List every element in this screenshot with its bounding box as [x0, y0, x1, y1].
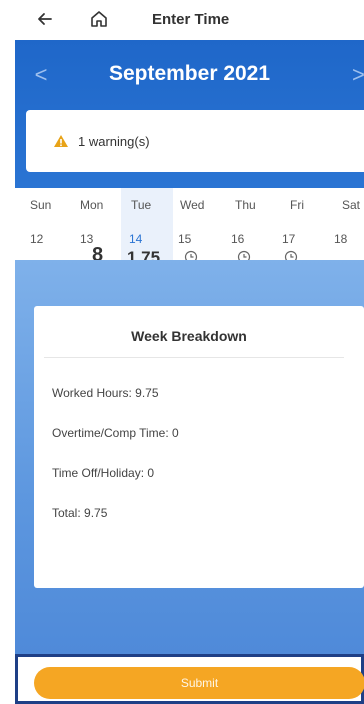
warning-text: 1 warning(s) — [78, 133, 150, 149]
month-navigation: < September 2021 > — [15, 40, 364, 110]
time-off-text: Time Off/Holiday: 0 — [52, 466, 155, 480]
day-name: Sat — [342, 198, 361, 212]
day-name: Tue — [131, 198, 152, 212]
week-strip: Sun 12 Mon 13 8 Tue 14 1.75 Wed 15 Thu 1… — [0, 188, 364, 282]
day-name: Wed — [180, 198, 205, 212]
total-text: Total: 9.75 — [52, 506, 108, 520]
day-tue[interactable]: Tue 14 1.75 — [121, 188, 173, 282]
submit-bar: Submit — [15, 654, 364, 704]
content-area: Week Breakdown Worked Hours: 9.75 Overti… — [15, 260, 364, 654]
submit-button[interactable]: Submit — [34, 667, 364, 699]
month-label: September 2021 — [108, 62, 271, 85]
breakdown-title: Week Breakdown — [131, 328, 247, 344]
home-icon[interactable] — [88, 8, 110, 30]
day-wed[interactable]: Wed 15 — [174, 188, 226, 264]
worked-hours-text: Worked Hours: 9.75 — [52, 386, 159, 400]
warning-icon — [54, 135, 68, 147]
next-month-button[interactable]: > — [352, 60, 364, 90]
day-number: 15 — [178, 232, 192, 246]
day-sat[interactable]: Sat 18 — [326, 188, 364, 260]
day-mon[interactable]: Mon 13 8 — [68, 188, 120, 266]
day-number: 16 — [231, 232, 245, 246]
day-number: 18 — [334, 232, 348, 246]
day-number: 17 — [282, 232, 296, 246]
divider — [44, 357, 344, 358]
warning-banner[interactable]: 1 warning(s) — [26, 110, 364, 172]
day-sun[interactable]: Sun 12 — [0, 188, 52, 260]
day-thu[interactable]: Thu 16 — [227, 188, 277, 264]
day-name: Mon — [80, 198, 104, 212]
day-number: 12 — [30, 232, 44, 246]
day-fri[interactable]: Fri 17 — [278, 188, 324, 264]
week-breakdown-card: Week Breakdown Worked Hours: 9.75 Overti… — [34, 306, 364, 588]
day-name: Fri — [290, 198, 304, 212]
day-name: Sun — [30, 198, 52, 212]
calendar-header: < September 2021 > 1 warning(s) — [15, 40, 364, 188]
page-title: Enter Time — [152, 11, 230, 28]
top-app-bar: Enter Time — [0, 0, 364, 42]
back-arrow-icon[interactable] — [34, 8, 56, 30]
day-number: 14 — [129, 232, 143, 246]
day-name: Thu — [235, 198, 256, 212]
overtime-text: Overtime/Comp Time: 0 — [52, 426, 179, 440]
